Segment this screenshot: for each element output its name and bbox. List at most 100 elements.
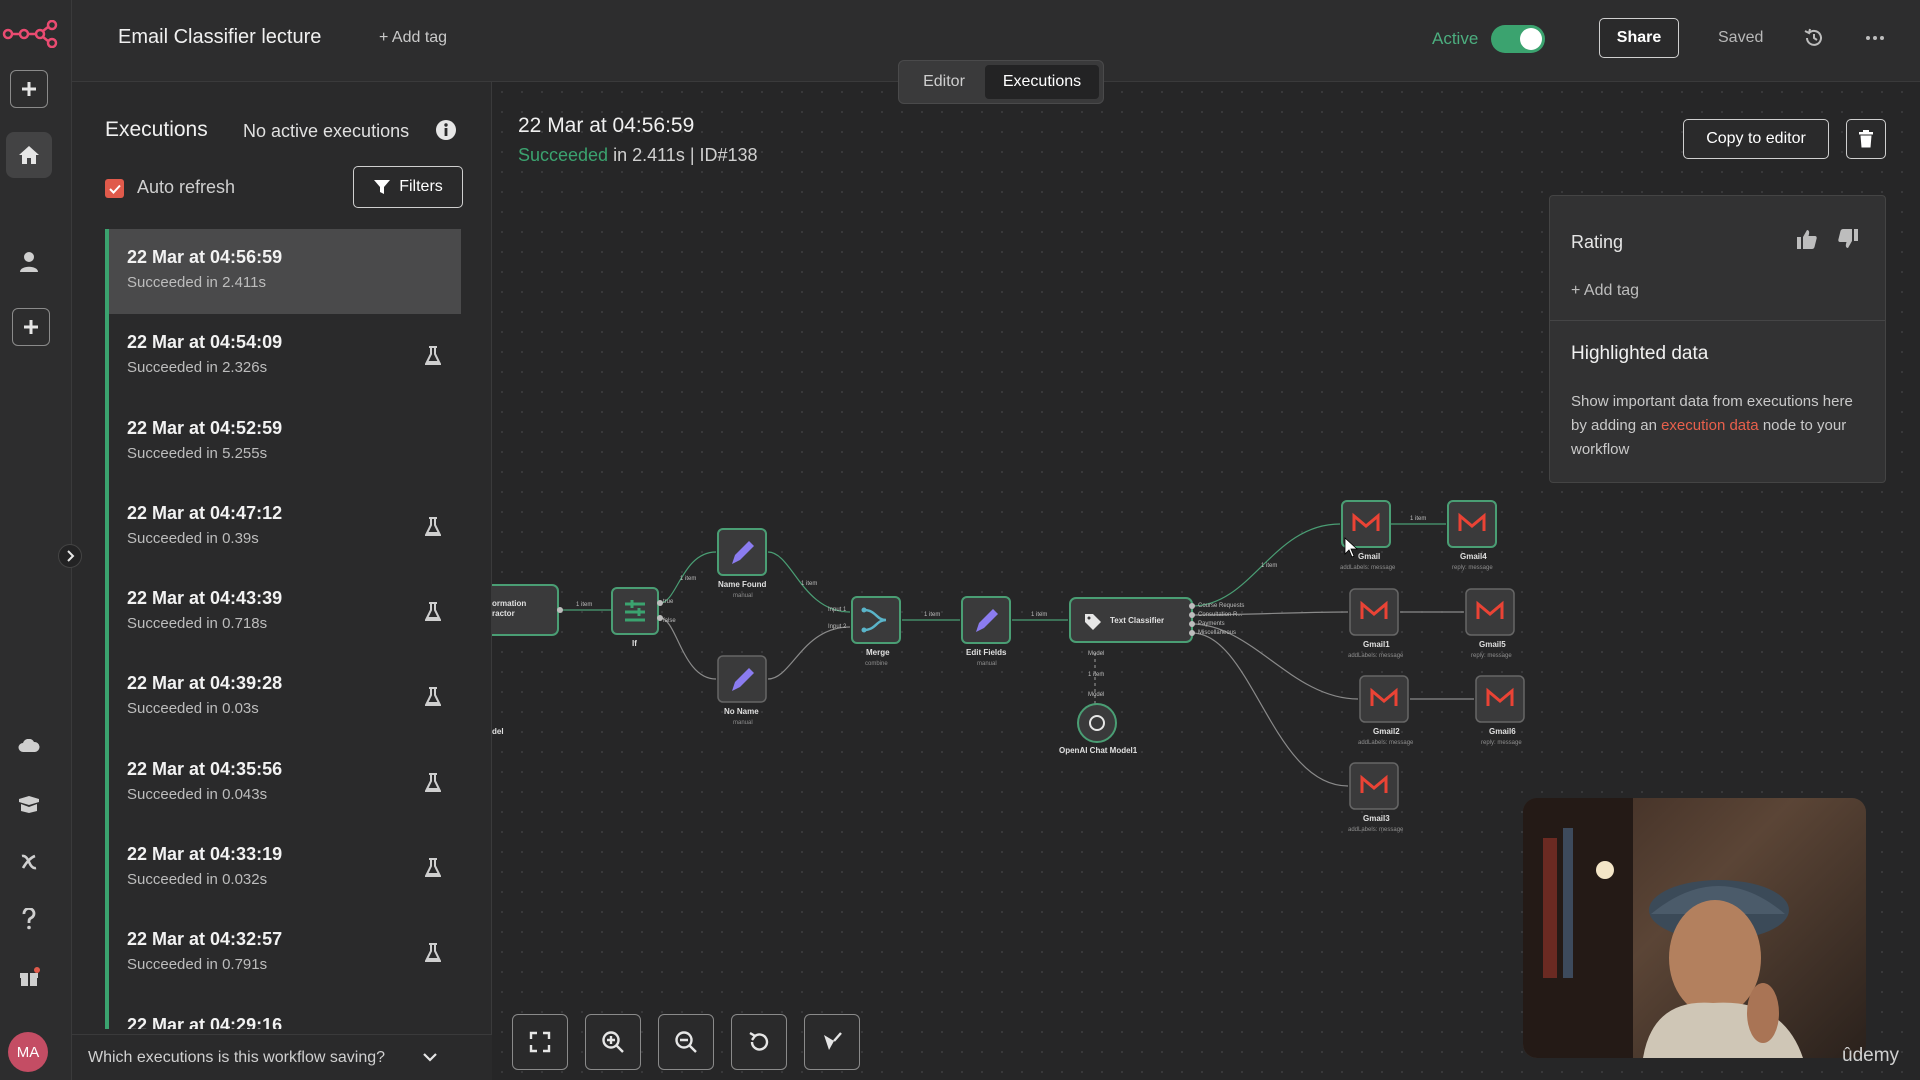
node-merge-label: Merge xyxy=(866,648,890,657)
execution-row-time: 22 Mar at 04:47:12 xyxy=(127,502,283,523)
node-gmail1[interactable]: Gmail1 addLabels: message xyxy=(1348,588,1404,659)
execution-row[interactable]: 22 Mar at 04:56:59 Succeeded in 2.411s xyxy=(109,229,461,315)
left-rail: MA xyxy=(0,0,82,1080)
node-gmail2[interactable]: Gmail2 addLabels: message xyxy=(1358,675,1414,746)
node-gmail2-sub: addLabels: message xyxy=(1358,740,1414,746)
node-if[interactable]: If xyxy=(611,587,663,648)
node-gmail6-label: Gmail6 xyxy=(1489,727,1516,736)
execution-row-status: Succeeded in 0.043s xyxy=(127,785,268,803)
node-openai-chat-model[interactable]: OpenAI Chat Model1 xyxy=(1059,703,1138,755)
workflow-title[interactable]: Email Classifier lecture xyxy=(118,26,321,49)
saving-question[interactable]: Which executions is this workflow saving… xyxy=(88,1049,385,1067)
execution-row[interactable]: 22 Mar at 04:29:16 xyxy=(109,997,461,1029)
classifier-output-2: Consultation R... xyxy=(1198,612,1243,618)
node-gmail4-sub: reply: message xyxy=(1452,565,1493,571)
node-merge[interactable]: Merge combine xyxy=(851,596,901,667)
tab-executions[interactable]: Executions xyxy=(985,65,1099,99)
node-edit-fields-sub: manual xyxy=(977,661,997,667)
test-flask-icon xyxy=(425,602,441,622)
test-flask-icon xyxy=(425,858,441,878)
node-gmail5[interactable]: Gmail5 reply: message xyxy=(1465,588,1515,659)
reset-zoom-button[interactable] xyxy=(731,1014,787,1070)
saved-status: Saved xyxy=(1718,29,1764,46)
tab-editor[interactable]: Editor xyxy=(903,65,985,99)
variables-nav[interactable] xyxy=(10,843,48,881)
model-output-label: Model xyxy=(1088,692,1104,698)
thumbs-down-icon[interactable] xyxy=(1837,228,1859,250)
zoom-in-button[interactable] xyxy=(585,1014,641,1070)
execution-row[interactable]: 22 Mar at 04:35:56 Succeeded in 0.043s xyxy=(109,741,461,826)
node-text-classifier[interactable]: Text Classifier xyxy=(1069,597,1195,643)
node-information-extractor[interactable]: ormation ractor xyxy=(492,584,563,636)
execution-row-time: 22 Mar at 04:52:59 xyxy=(127,417,283,438)
node-gmail4[interactable]: Gmail4 reply: message xyxy=(1447,500,1497,571)
node-info-extractor-label-2: ractor xyxy=(492,609,515,618)
help-nav[interactable] xyxy=(10,900,48,938)
fit-view-button[interactable] xyxy=(512,1014,568,1070)
execution-row[interactable]: 22 Mar at 04:32:57 Succeeded in 0.791s xyxy=(109,911,461,996)
execution-row[interactable]: 22 Mar at 04:43:39 Succeeded in 0.718s xyxy=(109,570,461,655)
node-if-label: If xyxy=(632,639,637,648)
tidy-up-button[interactable] xyxy=(804,1014,860,1070)
merge-input-1: Input 1 xyxy=(828,607,847,613)
expand-sidebar-button[interactable] xyxy=(58,544,82,568)
execution-row-status: Succeeded in 0.03s xyxy=(127,700,259,718)
active-toggle[interactable] xyxy=(1491,25,1545,53)
user-avatar[interactable]: MA xyxy=(8,1032,48,1072)
variable-x-icon xyxy=(21,854,37,870)
node-gmail1-label: Gmail1 xyxy=(1363,640,1390,649)
execution-row-time: 22 Mar at 04:43:39 xyxy=(127,588,283,609)
thumbs-up-icon[interactable] xyxy=(1796,228,1818,250)
execution-row[interactable]: 22 Mar at 04:52:59 Succeeded in 5.255s xyxy=(109,400,461,485)
execution-row[interactable]: 22 Mar at 04:39:28 Succeeded in 0.03s xyxy=(109,655,461,740)
node-merge-sub: combine xyxy=(865,661,888,667)
node-name-found[interactable]: Name Found manual xyxy=(717,528,767,599)
highlighted-data-text: Show important data from executions here… xyxy=(1571,390,1871,462)
more-options-icon[interactable] xyxy=(1864,27,1886,49)
annotation-panel: Rating + Add tag Highlighted data Show i… xyxy=(1549,195,1886,483)
execution-data-link[interactable]: execution data xyxy=(1661,417,1759,434)
n8n-logo-icon[interactable] xyxy=(2,20,58,48)
node-partial-label: del xyxy=(492,727,504,736)
node-edit-fields-label: Edit Fields xyxy=(966,648,1007,657)
fit-screen-icon xyxy=(529,1031,551,1053)
edge-label-5: 1 item xyxy=(1031,612,1047,618)
execution-row-status: Succeeded in 0.718s xyxy=(127,615,268,633)
share-button[interactable]: Share xyxy=(1599,18,1679,58)
node-text-classifier-label: Text Classifier xyxy=(1110,616,1164,625)
add-project-button[interactable] xyxy=(12,308,50,346)
node-gmail6[interactable]: Gmail6 reply: message xyxy=(1475,675,1525,746)
merge-input-2: Input 2 xyxy=(828,624,847,630)
execution-row[interactable]: 22 Mar at 04:54:09 Succeeded in 2.326s xyxy=(109,314,461,399)
rating-add-tag[interactable]: + Add tag xyxy=(1571,282,1639,300)
execution-row[interactable]: 22 Mar at 04:33:19 Succeeded in 0.032s xyxy=(109,826,461,911)
auto-refresh-label[interactable]: Auto refresh xyxy=(137,177,235,198)
templates-nav[interactable] xyxy=(10,785,48,823)
whats-new-nav[interactable] xyxy=(10,958,48,996)
execution-row[interactable]: 22 Mar at 04:47:12 Succeeded in 0.39s xyxy=(109,485,461,570)
node-gmail3[interactable]: Gmail3 addLabels: message xyxy=(1348,762,1404,833)
if-output-true: true xyxy=(663,599,674,605)
if-output-false: false xyxy=(663,618,676,624)
n8n-app: MA Email Classifier lecture + Add tag Ac… xyxy=(0,0,1920,1080)
executions-saving-footer[interactable]: Which executions is this workflow saving… xyxy=(72,1034,492,1080)
personal-nav[interactable] xyxy=(10,243,48,281)
node-edit-fields[interactable]: Edit Fields manual xyxy=(961,596,1011,667)
node-no-name-sub: manual xyxy=(733,720,753,726)
cloud-nav[interactable] xyxy=(10,727,48,765)
history-icon[interactable] xyxy=(1803,27,1825,49)
user-icon xyxy=(20,252,38,272)
question-icon xyxy=(22,908,36,930)
edge-label-6: 1 item xyxy=(1261,563,1277,569)
add-tag-link[interactable]: + Add tag xyxy=(379,29,447,47)
undo-icon xyxy=(749,1031,769,1051)
node-gmail[interactable]: Gmail addLabels: message xyxy=(1340,500,1396,571)
info-icon[interactable] xyxy=(435,119,457,141)
create-button[interactable] xyxy=(10,70,48,108)
auto-refresh-checkbox[interactable] xyxy=(105,179,124,198)
active-label: Active xyxy=(1432,29,1479,48)
zoom-out-button[interactable] xyxy=(658,1014,714,1070)
filters-button[interactable]: Filters xyxy=(353,166,463,208)
node-no-name[interactable]: No Name manual xyxy=(717,655,767,726)
home-nav[interactable] xyxy=(6,132,52,178)
